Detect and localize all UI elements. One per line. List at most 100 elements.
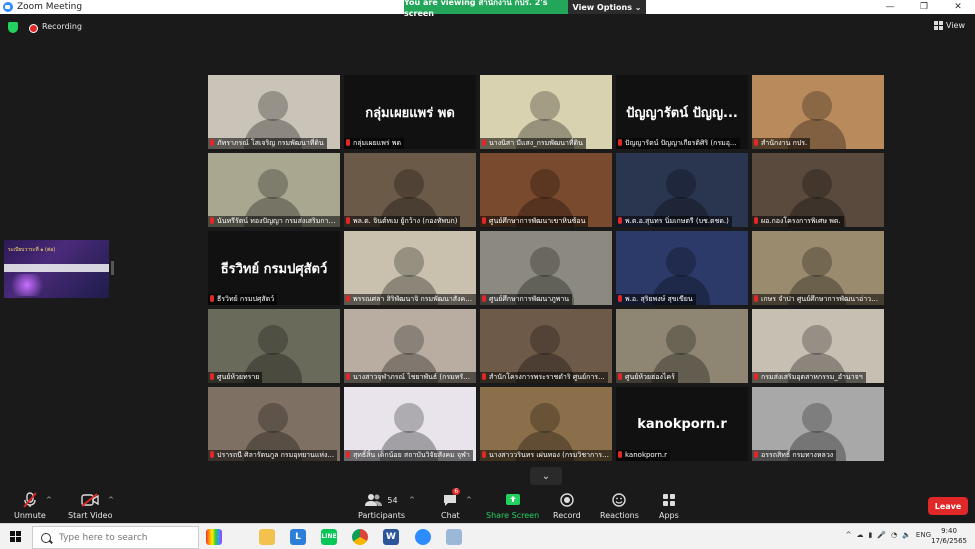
recording-label: Recording <box>42 22 83 31</box>
participant-name-label: ผอ.กองโครงการพิเศษ พด. <box>752 216 844 227</box>
chat-caret-icon[interactable]: ^ <box>466 496 472 504</box>
chat-label: Chat <box>441 511 460 520</box>
tray-mic-icon[interactable]: 🎤 <box>877 531 886 539</box>
participant-silhouette <box>394 325 424 355</box>
tray-volume-icon[interactable]: 🔈 <box>902 531 911 539</box>
muted-mic-icon <box>618 295 622 302</box>
participant-name-label: สำนักโครงการพระราชดำริ ศูนย์การ... <box>480 372 608 383</box>
audio-options-caret-icon[interactable]: ^ <box>46 496 52 504</box>
participant-silhouette <box>802 325 832 355</box>
participant-tile[interactable]: ศูนย์ศึกษาการพัฒนาภูพาน <box>480 231 612 305</box>
participant-tile[interactable]: พ.ต.อ.สุนทร นิ่มเกษตรี (บช.ตชด.) <box>616 153 748 227</box>
share-screen-label: Share Screen <box>486 511 540 520</box>
participant-name-text: นันทรีรัตน์ ทองปัญญา กรมส่งเสริมการเกษตร <box>217 217 340 225</box>
record-icon <box>560 492 574 508</box>
participant-tile[interactable]: สุทธิ์สิ้น เด็กน้อย สถาบันวิจัยสังคม จุฬ… <box>344 387 476 461</box>
participant-tile[interactable]: อรรถสิทธิ์ กรมทางหลวง <box>752 387 884 461</box>
participant-tile[interactable]: ธีรวิทย์ กรมปศุสัตว์ ธีรวิทย์ กรมปศุสัตว์ <box>208 231 340 305</box>
participant-name-label: ธีรวิทย์ กรมปศุสัตว์ <box>208 294 278 305</box>
restore-button[interactable]: ❐ <box>907 0 941 14</box>
participant-tile[interactable]: นางสาวจุฬาภรณ์ ไชยาพันธ์ (กรมทรัพยากร...… <box>344 309 476 383</box>
participant-tile[interactable]: ศูนย์ห้วยทราย <box>208 309 340 383</box>
participant-tile[interactable]: พรรณศลา สิริพัฒนาจิ กรมพัฒนาสังคม... <box>344 231 476 305</box>
tray-wifi-icon[interactable]: ◔ <box>891 531 897 539</box>
chat-button[interactable]: 6 Chat <box>441 488 461 520</box>
input-language[interactable]: ENG <box>916 531 931 539</box>
taskbar-pride-app-icon[interactable] <box>203 527 225 546</box>
participant-name-label: กลุ่มเผยแพร่ พด <box>344 138 405 149</box>
close-button[interactable]: ✕ <box>941 0 975 14</box>
meeting-toolbar: Unmute ^ Start Video ^ 54 Participants ^… <box>0 487 975 523</box>
record-label: Record <box>553 511 581 520</box>
clock-time: 9:40 <box>941 527 957 535</box>
security-shield-icon[interactable] <box>8 22 18 33</box>
participant-tile[interactable]: นันทรีรัตน์ ทองปัญญา กรมส่งเสริมการเกษตร <box>208 153 340 227</box>
minimize-button[interactable]: — <box>873 0 907 14</box>
participant-name-label: นางนิสา มีแสง_กรมพัฒนาที่ดิน <box>480 138 586 149</box>
muted-mic-icon <box>210 217 214 224</box>
windows-start-icon[interactable] <box>10 531 21 542</box>
taskbar-clock[interactable]: 9:40 17/6/2565 <box>931 526 967 546</box>
participant-name-text: พล.ต. จินต์ทเม ยู้กว้าง (กองทัพบก) <box>353 217 458 225</box>
participant-tile[interactable]: ภัทราภรณ์ โสเจริญ กรมพัฒนาที่ดิน <box>208 75 340 149</box>
participants-button[interactable]: 54 Participants <box>358 492 405 520</box>
participant-silhouette <box>530 325 560 355</box>
muted-mic-icon <box>346 295 350 302</box>
tray-cloud-icon[interactable]: ☁ <box>857 531 864 539</box>
unmute-button[interactable]: Unmute <box>14 492 46 520</box>
participant-tile[interactable]: ผอ.กองโครงการพิเศษ พด. <box>752 153 884 227</box>
taskbar-l-app-icon[interactable]: L <box>287 527 309 546</box>
video-options-caret-icon[interactable]: ^ <box>108 496 114 504</box>
taskbar-feather-app-icon[interactable] <box>443 527 465 546</box>
chrome-icon[interactable] <box>349 527 371 546</box>
view-button[interactable]: View <box>934 21 965 30</box>
tray-battery-icon[interactable]: ▮ <box>869 531 873 539</box>
record-button[interactable]: Record <box>553 492 581 520</box>
thumbnail-drag-handle[interactable] <box>111 261 114 275</box>
apps-button[interactable]: Apps <box>659 492 679 520</box>
participant-name-text: นางสาวจุฬาภรณ์ ไชยาพันธ์ (กรมทรัพยากร...… <box>353 373 476 381</box>
participant-tile[interactable]: นางนิสา มีแสง_กรมพัฒนาที่ดิน <box>480 75 612 149</box>
slide-text-band <box>4 264 109 272</box>
muted-mic-icon <box>210 451 214 458</box>
participants-icon: 54 <box>365 492 398 508</box>
participant-tile[interactable]: พล.ต. จินต์ทเม ยู้กว้าง (กองทัพบก) <box>344 153 476 227</box>
expand-gallery-chevron-icon[interactable]: ⌄ <box>530 467 562 485</box>
participant-name-label: ศูนย์ห้วยฮ่องไคร้ <box>616 372 678 383</box>
participant-tile[interactable]: พ.อ. สุริยพงษ์ สุขเขียน <box>616 231 748 305</box>
participant-tile[interactable]: กรมส่งเสริมอุตสาหกรรม_อำนาจฯ <box>752 309 884 383</box>
leave-button[interactable]: Leave <box>928 497 968 515</box>
taskbar-search[interactable] <box>32 526 199 549</box>
participant-tile[interactable]: kanokporn.r kanokporn.r <box>616 387 748 461</box>
window-title: Zoom Meeting <box>17 2 83 12</box>
zoom-logo-icon <box>3 2 13 12</box>
share-screen-button[interactable]: Share Screen <box>486 492 539 520</box>
start-video-button[interactable]: Start Video <box>68 492 113 520</box>
shared-screen-thumbnail[interactable]: ระเบียบวาระที่ ๑ (ต่อ) <box>4 240 109 298</box>
participant-name-text: ศูนย์ศึกษาการพัฒนาภูพาน <box>489 295 570 303</box>
participant-tile[interactable]: สำนักงาน กปร. <box>752 75 884 149</box>
participant-tile[interactable]: ปัญญารัตน์ ปัญญ... ปัญญารัตน์ ปัญญาเกียรต… <box>616 75 748 149</box>
participant-tile[interactable]: นางสาววรินทร เผ่นทอง (กรมวิชาการ...) <box>480 387 612 461</box>
participant-name-label: ภัทราภรณ์ โสเจริญ กรมพัฒนาที่ดิน <box>208 138 327 149</box>
view-options-button[interactable]: View Options ⌄ <box>568 0 646 14</box>
tray-chevron-icon[interactable]: ^ <box>846 531 852 539</box>
file-explorer-icon[interactable] <box>256 527 278 546</box>
word-icon[interactable]: W <box>380 527 402 546</box>
participants-caret-icon[interactable]: ^ <box>409 496 415 504</box>
muted-mic-icon <box>754 217 758 224</box>
shared-slide-title: ระเบียบวาระที่ ๑ (ต่อ) <box>8 247 56 253</box>
line-app-icon[interactable]: LINE <box>318 527 340 546</box>
participant-tile[interactable]: เกษร จำปา ศูนย์ศึกษาการพัฒนาอ่าวคุ้งกระเ… <box>752 231 884 305</box>
participant-tile[interactable]: ศูนย์ศึกษาการพัฒนาเขาหินซ้อน <box>480 153 612 227</box>
zoom-taskbar-icon[interactable] <box>412 527 434 546</box>
participant-tile[interactable]: สำนักโครงการพระราชดำริ ศูนย์การ... <box>480 309 612 383</box>
muted-mic-icon <box>23 492 37 508</box>
reactions-button[interactable]: Reactions <box>600 492 639 520</box>
participant-tile[interactable]: ปรารถนี ศิลารัตนกูล กรมอุทยานแห่ง... <box>208 387 340 461</box>
taskbar-search-input[interactable] <box>57 531 191 544</box>
participant-tile[interactable]: ศูนย์ห้วยฮ่องไคร้ <box>616 309 748 383</box>
participant-tile[interactable]: กลุ่มเผยแพร่ พด กลุ่มเผยแพร่ พด <box>344 75 476 149</box>
participant-name-text: สำนักโครงการพระราชดำริ ศูนย์การ... <box>489 373 605 381</box>
muted-mic-icon <box>618 139 622 146</box>
